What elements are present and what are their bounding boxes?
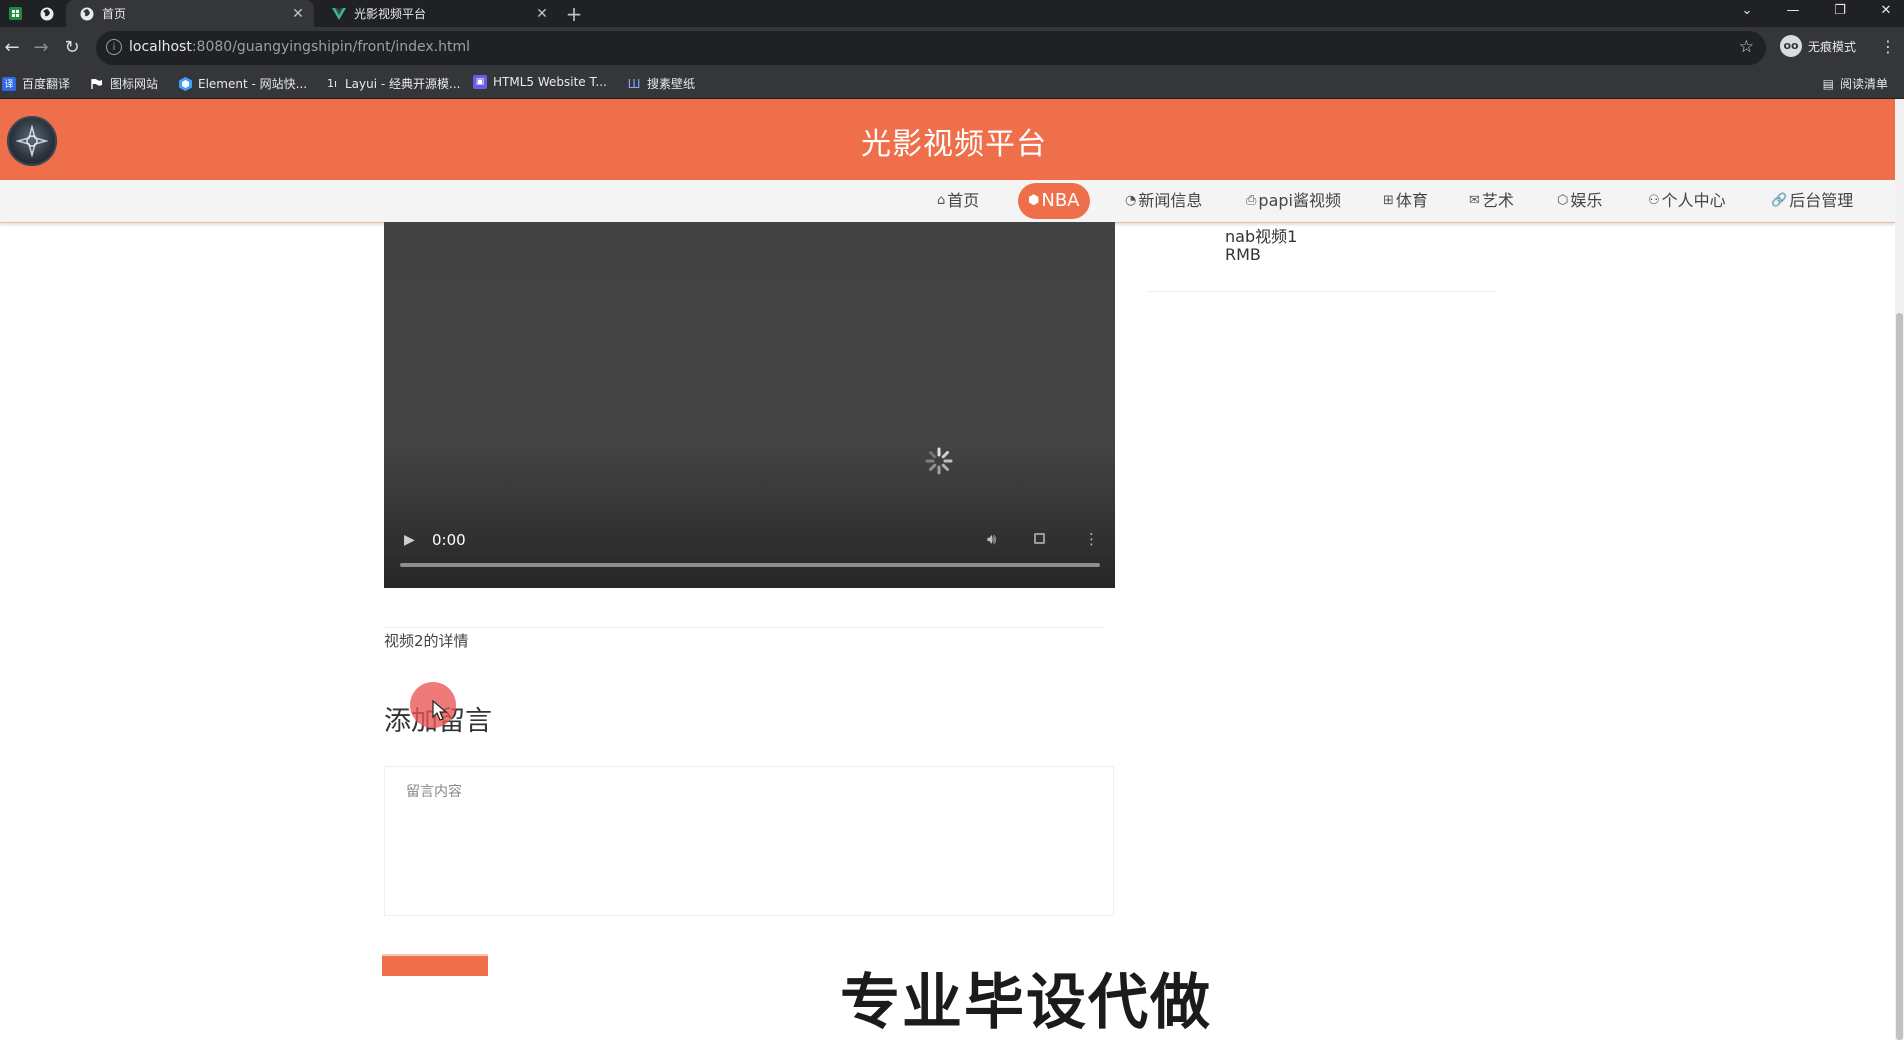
nav-item-papi-videos[interactable]: ⎙ papi酱视频 — [1246, 180, 1341, 222]
printer-icon: ⎙ — [1246, 193, 1257, 208]
reading-list-icon: ▤ — [1822, 76, 1834, 91]
bookmark-star-icon[interactable]: ☆ — [1739, 37, 1754, 57]
flag-icon — [90, 77, 104, 91]
close-icon[interactable]: ✕ — [290, 6, 306, 22]
nav-item-entertainment[interactable]: ⬡ 娱乐 — [1557, 180, 1602, 222]
video-detail-text: 视频2的详情 — [384, 632, 469, 650]
minimize-button[interactable]: — — [1773, 0, 1813, 22]
tab-label: 光影视频平台 — [354, 7, 427, 21]
incognito-label: 无痕模式 — [1808, 39, 1857, 54]
pinned-tab-sheets[interactable] — [4, 0, 26, 27]
bookmark-icon-site[interactable]: 图标网站 — [90, 75, 158, 92]
more-options-icon[interactable]: ⋮ — [1084, 530, 1099, 548]
pinned-tab-globe[interactable] — [36, 0, 58, 27]
video-progress-bar[interactable] — [400, 563, 1100, 567]
browser-tab-strip: 首页 ✕ 光影视频平台 ✕ + ⌄ — ❐ ✕ — [0, 0, 1904, 27]
translate-icon: 译 — [2, 76, 16, 91]
tab-platform[interactable]: 光影视频平台 ✕ — [318, 0, 558, 27]
forward-arrow-icon[interactable]: → — [29, 36, 53, 60]
tab-home[interactable]: 首页 ✕ — [66, 0, 314, 27]
vue-logo-icon — [332, 7, 346, 21]
nav-item-admin[interactable]: 🔗 后台管理 — [1771, 180, 1853, 222]
site-title: 光影视频平台 — [861, 127, 1047, 162]
user-icon: ⚇ — [1648, 193, 1660, 208]
nav-item-news[interactable]: ◔ 新闻信息 — [1125, 180, 1202, 222]
tab-search-chevron-icon[interactable]: ⌄ — [1727, 0, 1767, 22]
gift-icon: ⊞ — [1383, 193, 1394, 208]
video-player[interactable]: ▶ 0:00 🔊︎ ⋮ — [384, 222, 1115, 588]
sidebar-divider — [1148, 291, 1496, 292]
watermark-text: 专业毕设代做 — [840, 968, 1212, 1038]
sidebar-video-price: RMB — [1225, 245, 1261, 264]
nav-item-sports[interactable]: ⊞ 体育 — [1383, 180, 1428, 222]
mail-icon: ✉ — [1469, 193, 1480, 208]
sidebar-video-name[interactable]: nab视频1 — [1225, 223, 1297, 247]
wallpaper-icon: Ш — [627, 76, 641, 91]
bookmark-element[interactable]: Element - 网站快... — [178, 75, 307, 92]
browser-menu-icon[interactable]: ⋮ — [1880, 37, 1896, 56]
detail-divider — [384, 627, 1104, 628]
incognito-icon: oo — [1780, 35, 1802, 57]
template-icon: ▣ — [473, 75, 487, 89]
fullscreen-icon[interactable] — [1034, 533, 1045, 544]
globe-icon — [40, 7, 54, 20]
scrollbar-thumb[interactable] — [1896, 313, 1903, 1040]
link-icon: 🔗 — [1771, 193, 1788, 208]
mouse-cursor-icon — [432, 700, 448, 721]
comment-textarea[interactable] — [384, 766, 1114, 916]
bookmark-html5-templates[interactable]: ▣ HTML5 Website T... — [473, 75, 607, 89]
browser-toolbar: ← → ↻ i localhost:8080/guangyingshipin/f… — [0, 27, 1904, 69]
reload-icon[interactable]: ↻ — [60, 36, 84, 60]
sheets-icon — [8, 7, 22, 20]
bookmarks-bar: 译 百度翻译 图标网站 Element - 网站快... 1ı Layui - … — [0, 69, 1904, 99]
close-window-button[interactable]: ✕ — [1866, 0, 1904, 22]
gauge-icon: ◔ — [1125, 193, 1137, 208]
cube-icon: ⬢ — [1028, 193, 1040, 208]
layui-icon: 1ı — [326, 77, 338, 90]
box-icon: ⬡ — [1557, 193, 1569, 208]
address-bar[interactable]: i localhost:8080/guangyingshipin/front/i… — [96, 31, 1766, 65]
bookmark-wallpaper[interactable]: Ш 搜素壁纸 — [627, 75, 695, 92]
nav-item-nba[interactable]: ⬢ NBA — [1018, 183, 1090, 219]
new-tab-button[interactable]: + — [562, 2, 586, 26]
nav-item-home[interactable]: ⌂ 首页 — [937, 180, 979, 222]
tab-label: 首页 — [102, 7, 127, 21]
play-icon[interactable]: ▶ — [404, 532, 415, 548]
page-viewport: 光影视频平台 ⌂ 首页 ⬢ NBA ◔ 新闻信息 ⎙ papi酱视频 ⊞ 体育 … — [0, 99, 1895, 1040]
incognito-indicator[interactable]: oo 无痕模式 — [1780, 35, 1856, 57]
video-time: 0:00 — [432, 531, 466, 549]
page-scrollbar[interactable] — [1895, 99, 1904, 1040]
main-nav: ⌂ 首页 ⬢ NBA ◔ 新闻信息 ⎙ papi酱视频 ⊞ 体育 ✉ 艺术 ⬡ … — [0, 180, 1895, 223]
home-icon: ⌂ — [937, 193, 946, 208]
site-header: 光影视频平台 — [0, 99, 1895, 180]
nav-item-profile[interactable]: ⚇ 个人中心 — [1648, 180, 1726, 222]
volume-icon[interactable]: 🔊︎ — [987, 530, 996, 548]
bookmark-baidu-translate[interactable]: 译 百度翻译 — [2, 75, 70, 92]
loading-spinner-icon — [925, 447, 953, 475]
back-arrow-icon[interactable]: ← — [0, 36, 24, 60]
restore-button[interactable]: ❐ — [1820, 0, 1860, 22]
url-text[interactable]: localhost:8080/guangyingshipin/front/ind… — [129, 39, 470, 55]
submit-comment-button[interactable] — [382, 954, 488, 976]
nav-item-art[interactable]: ✉ 艺术 — [1469, 180, 1514, 222]
hexagon-icon — [178, 76, 192, 91]
bookmark-layui[interactable]: 1ı Layui - 经典开源模... — [325, 75, 461, 92]
close-icon[interactable]: ✕ — [534, 6, 550, 22]
reading-list-button[interactable]: ▤ 阅读清单 — [1823, 75, 1888, 92]
globe-icon — [80, 7, 94, 21]
site-info-icon[interactable]: i — [106, 39, 122, 55]
